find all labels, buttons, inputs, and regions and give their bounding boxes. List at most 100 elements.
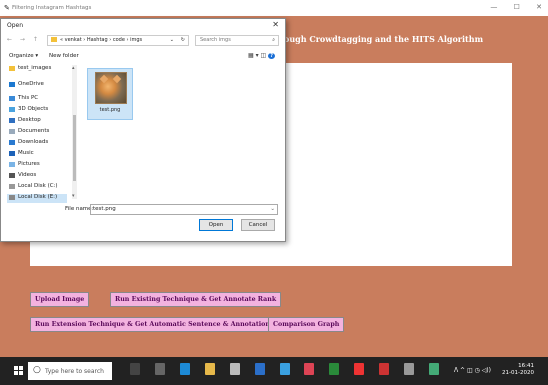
folder-icon bbox=[51, 37, 57, 42]
clock-date: 21-01-2020 bbox=[502, 370, 534, 376]
app-icon[interactable] bbox=[379, 363, 390, 375]
folder-icon bbox=[9, 81, 15, 87]
scroll-up-icon[interactable]: ▴ bbox=[72, 65, 75, 71]
sidebar-item[interactable]: Local Disk (E:) bbox=[7, 194, 68, 203]
run-existing-technique-button[interactable]: Run Existing Technique & Get Annotate Ra… bbox=[110, 292, 282, 307]
dialog-close-button[interactable]: ✕ bbox=[272, 20, 279, 29]
system-tray[interactable]: ᐱ ^ ◫ ◷ ◁)) bbox=[454, 367, 491, 374]
sidebar-item[interactable]: Downloads bbox=[9, 139, 48, 148]
file-item[interactable]: test.png bbox=[87, 68, 133, 120]
chevron-down-icon[interactable]: ⌄ bbox=[170, 37, 174, 43]
folder-icon bbox=[9, 106, 15, 112]
feather-icon: ✎ bbox=[4, 4, 10, 12]
app-icon[interactable] bbox=[304, 363, 315, 375]
thumbnail-cat-ear bbox=[99, 74, 109, 84]
app-icon[interactable] bbox=[354, 363, 365, 375]
sidebar-item-label: Local Disk (C:) bbox=[18, 183, 58, 189]
scrollbar-thumb[interactable] bbox=[73, 115, 76, 181]
folder-icon bbox=[9, 65, 15, 71]
maximize-button[interactable]: ☐ bbox=[514, 3, 520, 11]
app-icon[interactable] bbox=[404, 363, 415, 375]
sidebar-item[interactable]: Videos bbox=[9, 172, 36, 181]
close-button[interactable]: ✕ bbox=[536, 3, 542, 11]
sidebar-item-label: Music bbox=[18, 150, 34, 156]
folder-search-input[interactable]: Search imgs ⌕ bbox=[195, 35, 279, 46]
upload-image-button[interactable]: Upload Image bbox=[30, 292, 90, 307]
sidebar-item-label: OneDrive bbox=[18, 81, 44, 87]
page-heading: ough Crowdtagging and the HITS Algorithm bbox=[284, 34, 484, 44]
sidebar-item[interactable]: Desktop bbox=[9, 117, 41, 126]
folder-icon bbox=[9, 128, 15, 134]
clock[interactable]: 16:41 21-01-2020 bbox=[502, 363, 534, 377]
folder-icon bbox=[9, 95, 15, 101]
file-name: test.png bbox=[99, 107, 121, 113]
sidebar-item[interactable]: Music bbox=[9, 150, 34, 159]
new-folder-button[interactable]: New folder bbox=[49, 53, 79, 59]
comparison-graph-button[interactable]: Comparison Graph bbox=[268, 317, 345, 332]
folder-icon bbox=[9, 150, 15, 156]
task-view-icon[interactable] bbox=[154, 363, 165, 375]
nav-arrows-icon[interactable]: ← → ↑ bbox=[7, 36, 41, 43]
sidebar-item[interactable]: 3D Objects bbox=[9, 106, 48, 115]
sidebar-item-label: Documents bbox=[18, 128, 50, 134]
minimize-button[interactable]: — bbox=[490, 3, 497, 11]
mic-icon[interactable] bbox=[130, 363, 140, 375]
sidebar-item-label: Desktop bbox=[18, 117, 41, 123]
file-name-value: test.png bbox=[93, 206, 116, 212]
folder-icon bbox=[9, 139, 15, 145]
app-title: Filtering Instagram Hashtags bbox=[12, 5, 92, 11]
app-icon[interactable] bbox=[329, 363, 340, 375]
app-icon[interactable] bbox=[279, 363, 290, 375]
dialog-title: Open bbox=[7, 22, 24, 29]
sidebar-item-label: Downloads bbox=[18, 139, 49, 145]
folder-icon bbox=[9, 117, 15, 123]
cancel-button[interactable]: Cancel bbox=[241, 219, 275, 231]
edge-icon[interactable] bbox=[179, 363, 190, 375]
sidebar-item[interactable]: Local Disk (C:) bbox=[9, 183, 58, 192]
window-controls: — ☐ ✕ bbox=[476, 3, 542, 11]
dialog-toolbar: Organize ▾ New folder ▦ ▾ ◫ ? bbox=[1, 50, 285, 62]
chevron-down-icon[interactable]: ⌄ bbox=[270, 206, 275, 212]
help-icon[interactable]: ? bbox=[268, 53, 275, 59]
taskbar-search-placeholder: Type here to search bbox=[45, 368, 104, 375]
open-button[interactable]: Open bbox=[199, 219, 233, 231]
sidebar-item[interactable]: Pictures bbox=[9, 161, 40, 170]
python-icon[interactable] bbox=[429, 363, 440, 375]
taskbar-search-input[interactable]: ○ Type here to search bbox=[28, 362, 112, 380]
address-bar[interactable]: « venkat › Hashtag › code › imgs ⌄ ↻ bbox=[47, 35, 189, 46]
navigation-pane: test_images OneDrive This PC 3D Objects Desk… bbox=[1, 65, 77, 203]
navigation-bar: ← → ↑ « venkat › Hashtag › code › imgs ⌄… bbox=[1, 33, 285, 47]
sidebar-item-label: This PC bbox=[18, 95, 39, 101]
search-icon: ⌕ bbox=[272, 37, 275, 43]
file-list: test.png bbox=[79, 65, 283, 199]
mail-icon[interactable] bbox=[254, 363, 265, 375]
folder-icon bbox=[9, 183, 15, 189]
sidebar-item-label: Pictures bbox=[18, 161, 40, 167]
windows-start-icon[interactable] bbox=[14, 366, 23, 375]
run-extension-technique-button[interactable]: Run Extension Technique & Get Automatic … bbox=[30, 317, 275, 332]
sidebar-item-label: Local Disk (E:) bbox=[18, 194, 58, 200]
search-placeholder: Search imgs bbox=[200, 37, 231, 43]
file-name-row: File name: test.png ⌄ bbox=[1, 203, 285, 215]
organize-menu[interactable]: Organize ▾ bbox=[9, 53, 38, 59]
sidebar-item[interactable]: Documents bbox=[9, 128, 49, 137]
sidebar-item[interactable]: test_images bbox=[9, 65, 51, 74]
folder-icon bbox=[9, 161, 15, 167]
navigation-scrollbar[interactable]: ▴ ▾ bbox=[72, 65, 77, 199]
search-icon: ○ bbox=[33, 365, 41, 375]
file-explorer-icon[interactable] bbox=[204, 363, 215, 375]
image-thumbnail bbox=[95, 72, 127, 104]
refresh-icon[interactable]: ↻ bbox=[181, 37, 185, 43]
folder-icon bbox=[9, 194, 15, 200]
file-name-input[interactable]: test.png ⌄ bbox=[90, 204, 278, 215]
open-file-dialog: Open ✕ ← → ↑ « venkat › Hashtag › code ›… bbox=[0, 18, 286, 242]
view-options[interactable]: ▦ ▾ ◫ ? bbox=[248, 52, 275, 59]
sidebar-item-label: test_images bbox=[18, 65, 52, 71]
app-titlebar: ✎ Filtering Instagram Hashtags — ☐ ✕ bbox=[0, 0, 548, 16]
view-icon[interactable]: ▦ ▾ ◫ bbox=[248, 52, 266, 59]
scroll-down-icon[interactable]: ▾ bbox=[72, 193, 75, 199]
sidebar-item[interactable]: This PC bbox=[9, 95, 38, 104]
store-icon[interactable] bbox=[229, 363, 240, 375]
clock-time: 16:41 bbox=[518, 363, 534, 369]
sidebar-item[interactable]: OneDrive bbox=[9, 81, 44, 90]
